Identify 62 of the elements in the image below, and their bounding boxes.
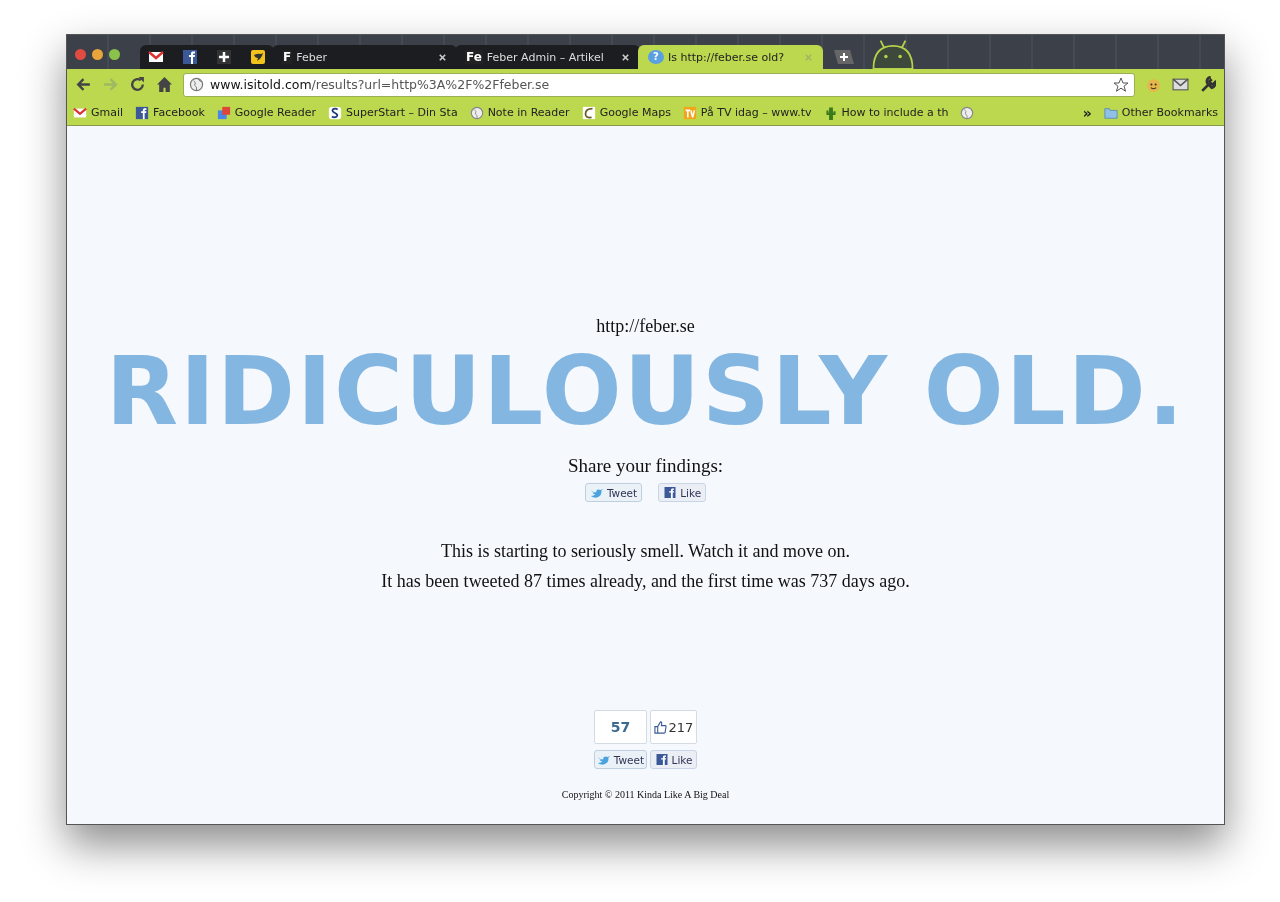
bookmark[interactable]: Google Reader — [216, 105, 316, 120]
share-heading: Share your findings: — [567, 455, 724, 477]
like-button[interactable]: Like — [658, 483, 707, 502]
bookmark-icon — [682, 105, 697, 120]
bookmark[interactable]: Note in Reader — [469, 105, 570, 120]
globe-icon — [189, 77, 204, 92]
new-tab-icon[interactable] — [831, 49, 855, 65]
close-icon[interactable] — [438, 52, 447, 62]
bird-icon[interactable] — [250, 49, 266, 65]
like-count: 217 — [650, 710, 697, 744]
bookmark[interactable]: På TV idag – www.tv — [682, 105, 812, 120]
browser-tab[interactable]: Fe Feber Admin – Artikel — [455, 45, 640, 69]
reload-icon[interactable] — [129, 76, 146, 93]
bookmark[interactable]: How to include a th — [823, 105, 949, 120]
cactus-icon — [823, 105, 838, 120]
back-icon[interactable] — [75, 76, 92, 93]
bookmark-icon — [328, 105, 342, 120]
smiley-icon[interactable] — [1145, 76, 1162, 93]
tab-favicon: Fe — [465, 50, 483, 64]
zoom-window-icon[interactable] — [109, 48, 120, 60]
globe-bookmark-icon[interactable] — [960, 105, 975, 120]
like-button[interactable]: Like — [650, 750, 697, 769]
plus-icon[interactable] — [216, 49, 232, 65]
address-field[interactable]: www.isitold.com/results?url=http%3A%2F%2Ffeber.se — [183, 72, 1135, 97]
tweet-button[interactable]: Tweet — [594, 750, 647, 769]
minimize-window-icon[interactable] — [92, 48, 103, 60]
more-bookmarks-button[interactable]: » — [1082, 104, 1092, 121]
tweet-count: 57 — [594, 710, 647, 744]
star-icon[interactable] — [1113, 76, 1129, 93]
tweet-button[interactable]: Tweet — [584, 483, 643, 502]
facebook-icon — [663, 487, 678, 498]
bird-icon — [596, 754, 611, 765]
copyright-text: Copyright © 2011 Kinda Like A Big Deal — [561, 789, 730, 800]
bookmark[interactable]: Facebook — [135, 105, 205, 120]
home-icon[interactable] — [156, 76, 173, 93]
result-message: It has been tweeted 87 times already, and the first time was 737 days ago. — [381, 570, 910, 593]
mail-icon[interactable] — [148, 49, 164, 65]
verdict-heading: RIDICULOUSLY OLD. — [105, 337, 1186, 447]
mail-icon — [73, 105, 87, 120]
wrench-icon[interactable] — [1199, 76, 1216, 93]
tab-favicon: F — [282, 50, 293, 64]
result-message: This is starting to seriously smell. Watch it and move on. — [439, 540, 852, 563]
site-url: http://feber.se — [596, 316, 695, 337]
bookmark[interactable]: Gmail — [73, 105, 124, 120]
tab-favicon: ? — [648, 50, 664, 64]
bookmark-icon — [216, 105, 231, 120]
facebook-icon — [654, 754, 669, 765]
other-bookmarks-folder[interactable]: Other Bookmarks — [1103, 105, 1218, 120]
bird-icon — [589, 487, 604, 498]
bookmark-icon — [581, 105, 596, 120]
close-icon[interactable] — [621, 52, 630, 62]
bookmark[interactable]: Google Maps — [581, 105, 671, 120]
globe-icon — [469, 105, 484, 120]
thumbs-up-icon — [653, 720, 667, 734]
browser-tab[interactable]: F Feber — [272, 45, 457, 69]
url-text: www.isitold.com/results?url=http%3A%2F%2Ffeber.se — [210, 77, 550, 92]
close-window-icon[interactable] — [75, 48, 86, 60]
facebook-icon — [135, 105, 150, 120]
facebook-icon[interactable] — [182, 49, 198, 65]
browser-tab[interactable]: ? Is http://feber.se old? — [638, 45, 823, 69]
folder-icon — [1103, 105, 1118, 120]
bookmark[interactable]: SuperStart – Din Sta — [328, 105, 458, 120]
